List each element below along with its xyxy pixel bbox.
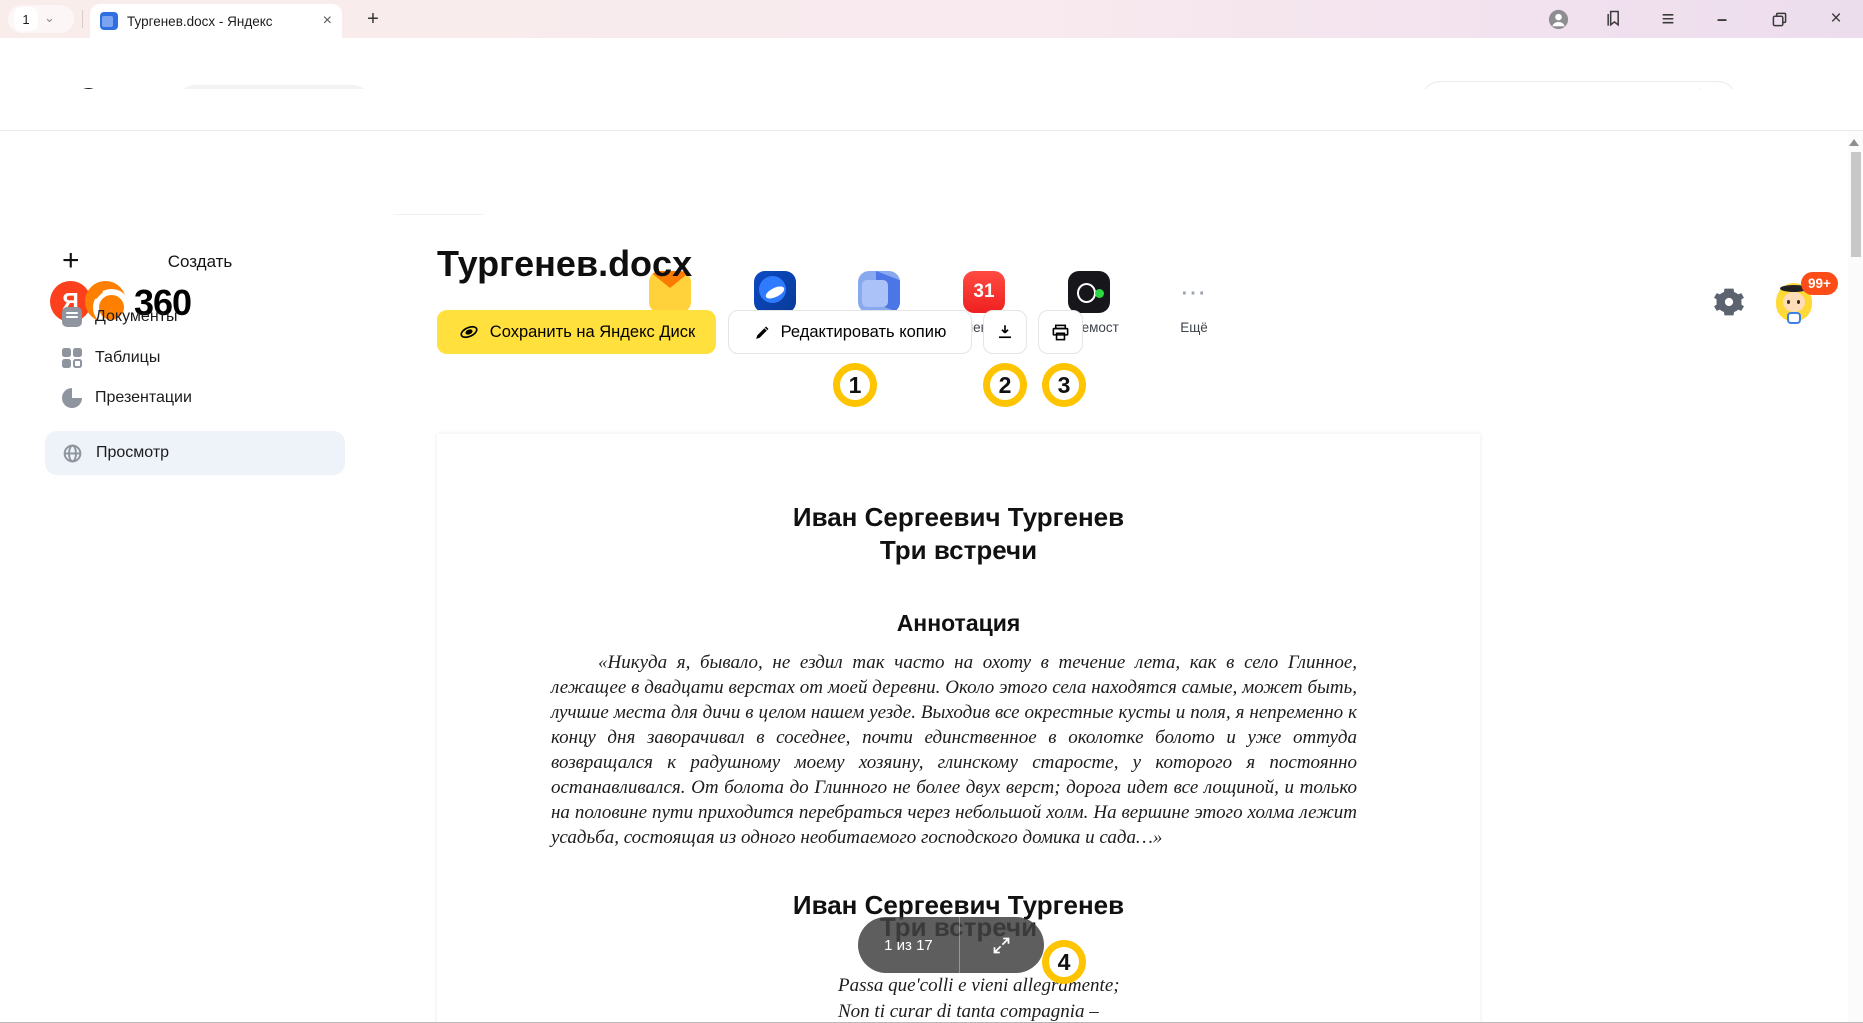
notification-badge: 99+ bbox=[1801, 272, 1838, 295]
avatar-face bbox=[1783, 292, 1805, 312]
tab-group-count: 1 bbox=[14, 7, 38, 31]
browser-window: 1 ⌄ Тургенев.docx - Яндекс × + ≡ – × bbox=[0, 0, 1863, 1023]
calendar-icon: 31 bbox=[963, 271, 1005, 313]
tab-close-icon[interactable]: × bbox=[323, 12, 332, 30]
badge-4-number: 4 bbox=[1058, 949, 1071, 976]
doc-annotation-heading: Аннотация bbox=[437, 610, 1480, 637]
telemost-icon bbox=[1068, 271, 1110, 313]
print-file-button[interactable] bbox=[1038, 310, 1083, 354]
avatar-body bbox=[1787, 312, 1801, 324]
yandex-disk-icon bbox=[458, 321, 480, 343]
menu-glyph: ≡ bbox=[1662, 8, 1675, 30]
sidebar-item-view[interactable]: Просмотр bbox=[45, 431, 345, 475]
file-title: Тургенев.docx bbox=[437, 243, 692, 285]
sidebar-tables-label: Таблицы bbox=[95, 349, 160, 367]
page-scrollbar[interactable] bbox=[1848, 131, 1863, 1023]
minimize-button[interactable]: – bbox=[1705, 0, 1739, 38]
new-tab-button[interactable]: + bbox=[358, 5, 388, 33]
bookmarks-panel-icon[interactable] bbox=[1597, 0, 1631, 38]
annotation-badge-2: 2 bbox=[983, 363, 1027, 407]
save-to-disk-label: Сохранить на Яндекс Диск bbox=[490, 323, 695, 342]
annotation-badge-1: 1 bbox=[833, 363, 877, 407]
sidebar-documents-label: Документы bbox=[95, 308, 177, 326]
tab-group-selector[interactable]: 1 ⌄ bbox=[8, 5, 74, 33]
disk-icon bbox=[754, 271, 796, 313]
edit-copy-label: Редактировать копию bbox=[781, 323, 947, 342]
badge-1-number: 1 bbox=[849, 372, 862, 399]
epigraph-line-2: Non ti curar di tanta compagnia – bbox=[838, 999, 1120, 1023]
annotation-badge-4: 4 bbox=[1042, 940, 1086, 984]
doc-epigraph: Passa que'colli e vieni allegramente; No… bbox=[838, 973, 1120, 1023]
presentations-pie-icon bbox=[62, 388, 82, 408]
sidebar-item-presentations[interactable]: Презентации bbox=[45, 376, 345, 420]
browser-tab-active[interactable]: Тургенев.docx - Яндекс × bbox=[90, 4, 342, 38]
yandex-docs-favicon bbox=[100, 12, 118, 30]
doc-title-heading: Три встречи bbox=[437, 535, 1480, 566]
globe-icon bbox=[62, 443, 83, 464]
download-file-button[interactable] bbox=[983, 310, 1027, 354]
page-counter: 1 из 17 bbox=[858, 937, 959, 954]
close-window-button[interactable]: × bbox=[1819, 0, 1853, 38]
doc-annotation-paragraph: «Никуда я, бывало, не ездил так часто на… bbox=[551, 650, 1357, 850]
tab-title-fade bbox=[282, 8, 308, 34]
tabbar-divider bbox=[82, 10, 83, 28]
protection-warning-bar: Защита от вредоносных программ отключена… bbox=[0, 89, 1863, 131]
profile-avatar-icon[interactable] bbox=[1541, 0, 1575, 38]
create-plus-icon[interactable]: + bbox=[62, 244, 80, 278]
minimize-glyph: – bbox=[1717, 9, 1727, 30]
settings-gear-icon[interactable] bbox=[1713, 286, 1745, 318]
edit-copy-button[interactable]: Редактировать копию bbox=[728, 310, 972, 354]
restore-button[interactable] bbox=[1762, 0, 1796, 38]
save-to-disk-button[interactable]: Сохранить на Яндекс Диск bbox=[437, 310, 716, 354]
service-more[interactable]: ⋯ Ещё bbox=[1146, 271, 1242, 335]
documents-icon bbox=[858, 271, 900, 313]
sidebar-view-label: Просмотр bbox=[96, 444, 169, 462]
yandex360-header: Я 360 Почта Диск Документы 31 Календарь … bbox=[0, 131, 1863, 214]
tab-title: Тургенев.docx - Яндекс bbox=[127, 14, 299, 29]
scrollbar-up-arrow[interactable] bbox=[1849, 139, 1859, 146]
badge-2-number: 2 bbox=[999, 372, 1012, 399]
doc-author-heading: Иван Сергеевич Тургенев bbox=[437, 502, 1480, 533]
close-glyph: × bbox=[1830, 8, 1841, 30]
pencil-icon bbox=[754, 324, 771, 341]
browser-address-bar: ← Я docs.yandex.ru Тургенев.docx - Яндек… bbox=[0, 38, 1863, 89]
browser-tab-bar: 1 ⌄ Тургенев.docx - Яндекс × + ≡ – × bbox=[0, 0, 1863, 38]
annotation-badge-3: 3 bbox=[1042, 363, 1086, 407]
badge-3-number: 3 bbox=[1058, 372, 1071, 399]
more-services-icon: ⋯ bbox=[1173, 271, 1215, 313]
documents-list-icon bbox=[62, 307, 82, 327]
scrollbar-thumb[interactable] bbox=[1851, 152, 1861, 257]
calendar-date: 31 bbox=[973, 281, 994, 303]
chevron-down-icon: ⌄ bbox=[44, 11, 55, 24]
fullscreen-expand-icon[interactable] bbox=[960, 935, 1044, 956]
sidebar-item-tables[interactable]: Таблицы bbox=[45, 336, 345, 380]
page-navigator[interactable]: 1 из 17 bbox=[858, 917, 1044, 973]
printer-icon bbox=[1051, 323, 1070, 342]
service-more-label: Ещё bbox=[1146, 320, 1242, 335]
create-button[interactable]: Создать bbox=[120, 252, 280, 272]
download-icon bbox=[996, 323, 1014, 341]
menu-icon[interactable]: ≡ bbox=[1651, 0, 1685, 38]
sidebar-item-documents[interactable]: Документы bbox=[45, 295, 345, 339]
tables-grid-icon bbox=[62, 348, 82, 368]
sidebar-presentations-label: Презентации bbox=[95, 389, 192, 407]
